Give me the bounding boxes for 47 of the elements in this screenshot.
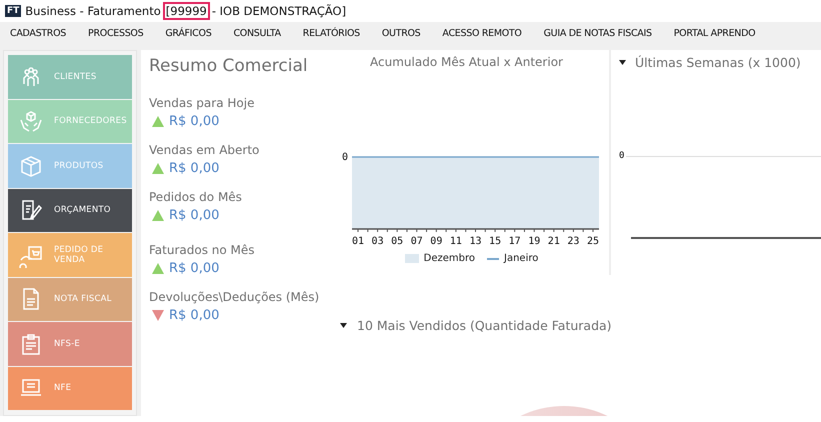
menu-item[interactable]: CADASTROS bbox=[10, 28, 66, 38]
panel-title: Últimas Semanas (x 1000) bbox=[635, 55, 801, 70]
legend-label: Dezembro bbox=[424, 253, 475, 264]
x-tick-label: 13 bbox=[469, 236, 482, 247]
app-logo: FT bbox=[5, 5, 22, 17]
panel-title: 10 Mais Vendidos (Quantidade Faturada) bbox=[357, 318, 612, 333]
metric-label: Vendas para Hoje bbox=[149, 96, 256, 110]
metric-value: R$ 0,00 bbox=[169, 161, 220, 176]
x-tick-label: 07 bbox=[410, 236, 423, 247]
dropdown-caret-icon[interactable] bbox=[340, 323, 347, 328]
x-tick-label: 23 bbox=[567, 236, 580, 247]
x-tick-label: 03 bbox=[372, 236, 384, 247]
window-title: Business - Faturamento bbox=[25, 4, 161, 18]
x-tick-label: 15 bbox=[489, 236, 502, 247]
x-tick-label: 05 bbox=[391, 236, 404, 247]
metric-value: R$ 0,00 bbox=[169, 308, 220, 323]
x-tick-label: 01 bbox=[352, 236, 364, 247]
metric-value: R$ 0,00 bbox=[169, 208, 220, 223]
x-tick-label: 25 bbox=[586, 236, 600, 247]
menu-item[interactable]: ACESSO REMOTO bbox=[442, 28, 522, 38]
menu-item[interactable]: PROCESSOS bbox=[88, 28, 144, 38]
metric-label: Vendas em Aberto bbox=[149, 143, 260, 157]
metric-value: R$ 0,00 bbox=[169, 261, 220, 276]
menu-item[interactable]: GRÁFICOS bbox=[165, 28, 212, 38]
x-tick-label: 11 bbox=[450, 236, 462, 247]
menu-item[interactable]: PORTAL APRENDO bbox=[674, 28, 756, 38]
metric-label: Pedidos do Mês bbox=[149, 190, 243, 204]
chart-title: Acumulado Mês Atual x Anterior bbox=[369, 55, 564, 69]
company-code: [99999 bbox=[164, 4, 208, 18]
legend-label: Janeiro bbox=[504, 253, 538, 264]
menu-item[interactable]: OUTROS bbox=[382, 28, 420, 38]
metric-label: Devoluções\Deduções (Mês) bbox=[149, 290, 320, 304]
menu-item[interactable]: GUIA DE NOTAS FISCAIS bbox=[544, 28, 652, 38]
x-tick-label: 17 bbox=[508, 236, 521, 247]
menu-item[interactable]: RELATÓRIOS bbox=[302, 28, 360, 38]
summary-title: Resumo Comercial bbox=[149, 56, 309, 76]
x-tick-label: 09 bbox=[430, 236, 442, 247]
dropdown-caret-icon[interactable] bbox=[619, 60, 626, 65]
x-tick-label: 19 bbox=[528, 236, 540, 247]
metric-label: Faturados no Mês bbox=[149, 243, 256, 257]
x-tick-label: 21 bbox=[548, 236, 560, 247]
y-tick-label: 0 bbox=[619, 151, 624, 161]
menu-item[interactable]: CONSULTA bbox=[233, 28, 281, 38]
sidebar-item[interactable]: ORÇAMENTO bbox=[8, 188, 132, 232]
company-name: - IOB DEMONSTRAÇÃO] bbox=[212, 4, 346, 18]
y-tick-label: 0 bbox=[342, 152, 348, 163]
metric-value: R$ 0,00 bbox=[169, 114, 220, 129]
